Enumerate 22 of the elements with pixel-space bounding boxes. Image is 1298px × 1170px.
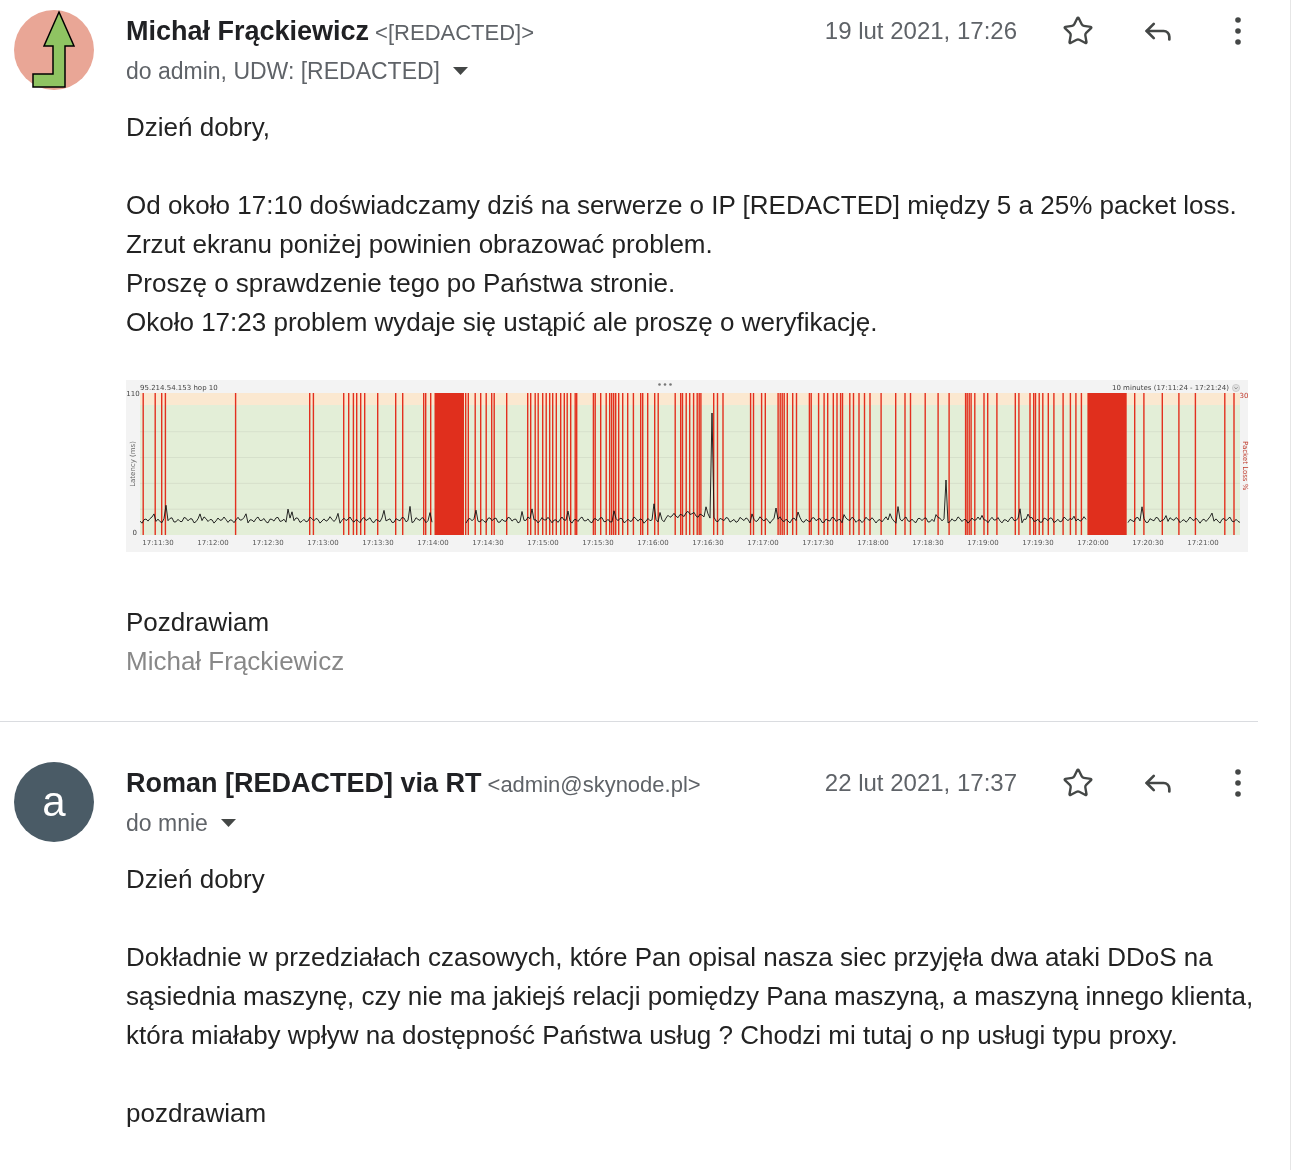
- more-vertical-icon: [1235, 17, 1241, 45]
- sender-name: Michał Frąckiewicz: [126, 14, 370, 48]
- caret-down-icon: [220, 819, 236, 827]
- message-date: 22 lut 2021, 17:37: [824, 768, 1017, 798]
- more-vertical-icon: [1235, 769, 1241, 797]
- sender-email: <admin@skynode.pl>: [487, 770, 701, 799]
- message-date: 19 lut 2021, 17:26: [824, 16, 1017, 46]
- signature-text: Michał Frąckiewicz: [126, 645, 345, 678]
- body-paragraph: Dokładnie w przedziałach czasowych, które Pan opisal nasza siec przyjęła dwa ataki DDoS na sąsiednia maszynę, czy nie ma jakiejś relacji pomiędzy Pana maszyną, a maszyną innego klienta, która miałaby wpływ na dostępność Państwa usług ? Chodzi mi tutaj o np usługi typu proxy.: [126, 941, 1255, 1052]
- recipients-toggle[interactable]: do admin, UDW: [REDACTED]: [126, 52, 468, 90]
- sender-email: <[REDACTED]>: [375, 18, 535, 47]
- chevron-down-icon: [1232, 384, 1240, 392]
- body-paragraph: Od około 17:10 doświadczamy dziś na serwerze o IP [REDACTED] między 5 a 25% packet loss. Zrzut ekranu poniżej powinien obrazować problem. Proszę o sprawdzenie tego po Państwa stronie. Około 17:23 problem wydaje się ustąpić ale proszę o weryfikację.: [126, 189, 1237, 339]
- body-paragraph: pozdrawiam: [126, 1097, 267, 1130]
- body-paragraph: Dzień dobry,: [126, 111, 271, 144]
- body-paragraph: Dzień dobry: [126, 863, 265, 896]
- caret-down-icon: [453, 67, 468, 75]
- avatar-initial: a: [14, 762, 94, 842]
- more-dots-icon: [657, 383, 672, 386]
- recipients-toggle[interactable]: do mnie: [126, 804, 236, 842]
- sender-name: Roman [REDACTED] via RT: [126, 766, 482, 800]
- body-paragraph: Pozdrawiam: [126, 606, 270, 639]
